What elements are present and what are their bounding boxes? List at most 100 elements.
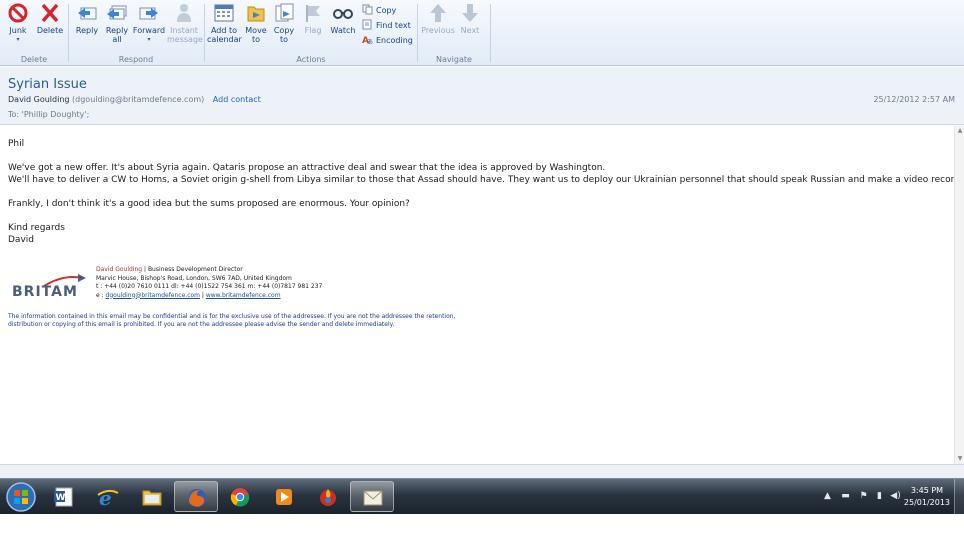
word-icon: W <box>54 487 73 507</box>
find-text-icon <box>362 19 372 30</box>
greeting: Phil <box>8 139 25 149</box>
svg-text:あ: あ <box>367 39 373 45</box>
signature-email-link[interactable]: dgoulding@britamdefence.com <box>106 292 200 299</box>
show-desktop-button[interactable] <box>954 479 964 515</box>
sender-name[interactable]: David Goulding <box>8 95 69 104</box>
power-icon[interactable]: ▮ <box>874 491 885 502</box>
recipients-line: To: 'Phillip Doughty'; <box>8 110 90 119</box>
respond-group: Reply Reply all Forward ▾ Instant messag… <box>69 0 203 66</box>
instant-message-label-1: Instant <box>170 26 198 35</box>
taskbar-firefox[interactable] <box>174 481 218 512</box>
move-to-label-2: to <box>251 35 261 44</box>
scroll-down-icon[interactable]: ▼ <box>956 455 964 463</box>
forward-icon <box>139 7 158 20</box>
taskbar-mail-window[interactable] <box>350 481 394 512</box>
forward-dropdown-icon[interactable]: ▾ <box>131 35 167 44</box>
taskbar-word[interactable]: W <box>42 481 86 512</box>
svg-text:e: e <box>99 486 112 508</box>
reply-all-label-2: all <box>112 35 122 44</box>
volume-icon[interactable]: ◀) <box>890 491 901 502</box>
reply-icon <box>78 7 97 20</box>
system-tray: ▲ ▬ ⚑ ▮ ◀) 3:45 PM 25/01/2013 <box>814 479 964 515</box>
message-body: Phil We've got a new offer. It's about S… <box>0 126 963 464</box>
vertical-scrollbar[interactable]: ▲ ▼ <box>954 126 964 464</box>
find-text-label: Find text <box>376 21 411 30</box>
message-header: Syrian Issue David Goulding (dgoulding@b… <box>0 67 964 125</box>
junk-button[interactable]: Junk ▾ <box>4 2 32 44</box>
signature-phones: t : +44 (0)20 7610 0111 dl: +44 (0)1522 … <box>96 283 323 290</box>
find-text-button[interactable]: Find text <box>362 19 411 33</box>
britam-logo: BRITAM <box>12 272 88 302</box>
watch-button[interactable]: Watch <box>329 2 357 35</box>
media-player-icon <box>276 489 292 505</box>
flame-app-icon <box>320 489 336 506</box>
reply-all-icon <box>107 5 127 20</box>
arrow-up-icon <box>430 4 446 22</box>
add-to-calendar-button[interactable]: Add to calendar <box>207 2 242 44</box>
instant-message-icon <box>177 4 191 22</box>
signature-website-link[interactable]: www.britamdefence.com <box>206 292 281 299</box>
network-icon[interactable]: ▬ <box>840 491 851 502</box>
closing: Kind regards <box>8 223 65 233</box>
show-hidden-icons-icon[interactable]: ▲ <box>822 491 833 502</box>
previous-label: Previous <box>421 26 455 35</box>
calendar-icon <box>214 4 234 22</box>
copy-button[interactable]: Copy <box>362 4 396 18</box>
confidentiality-disclaimer: The information contained in this email … <box>8 313 456 328</box>
chrome-icon <box>230 488 250 507</box>
instant-message-button[interactable]: Instant message <box>167 2 203 44</box>
junk-icon <box>8 3 28 23</box>
reply-all-button[interactable]: Reply all <box>103 2 131 44</box>
taskbar-chrome[interactable] <box>218 481 262 512</box>
move-to-folder-icon <box>247 6 265 22</box>
next-label: Next <box>460 26 480 35</box>
taskbar-media-player[interactable] <box>262 481 306 512</box>
delete-button[interactable]: Delete <box>36 2 64 35</box>
watch-glasses-icon <box>333 9 353 19</box>
encoding-button[interactable]: A あ Encoding <box>362 34 413 48</box>
sender-email: (dgoulding@britamdefence.com) <box>72 95 205 104</box>
group-separator <box>490 4 491 62</box>
taskbar-explorer[interactable] <box>130 481 174 512</box>
taskbar-clock[interactable]: 3:45 PM 25/01/2013 <box>904 485 950 509</box>
body-line: Frankly, I don't think it's a good idea … <box>8 199 410 209</box>
email-signature: BRITAM David Goulding | Business Develop… <box>8 264 468 314</box>
clock-date: 25/01/2013 <box>903 498 950 507</box>
reply-all-label-1: Reply <box>105 26 129 35</box>
taskbar-internet-explorer[interactable]: e <box>86 481 130 512</box>
scroll-up-icon[interactable]: ▲ <box>956 127 964 135</box>
status-strip <box>0 464 964 478</box>
previous-button[interactable]: Previous <box>420 2 456 35</box>
forward-button[interactable]: Forward ▾ <box>131 2 167 44</box>
delete-label: Delete <box>36 26 64 35</box>
delete-x-icon <box>41 3 59 23</box>
email-window: Junk ▾ Delete Delete Reply Reply all For… <box>0 0 964 542</box>
next-button[interactable]: Next <box>456 2 484 35</box>
taskbar-app[interactable] <box>306 481 350 512</box>
junk-dropdown-icon[interactable]: ▾ <box>4 35 32 44</box>
delete-group: Junk ▾ Delete Delete <box>0 0 68 66</box>
windows-orb-icon <box>6 482 36 512</box>
clock-time: 3:45 PM <box>910 486 944 495</box>
action-center-flag-icon[interactable]: ⚑ <box>858 491 869 502</box>
start-button[interactable] <box>4 481 38 513</box>
firefox-icon <box>188 489 206 507</box>
folder-icon <box>142 490 162 506</box>
flag-button[interactable]: Flag <box>301 2 325 35</box>
respond-group-label: Respond <box>118 55 154 64</box>
message-subject: Syrian Issue <box>8 77 87 92</box>
reply-button[interactable]: Reply <box>73 2 101 35</box>
blank-area <box>0 514 964 542</box>
junk-label: Junk <box>9 26 27 35</box>
arrow-down-icon <box>462 4 478 22</box>
body-line: We'll have to deliver a CW to Homs, a So… <box>8 175 963 185</box>
flag-icon <box>306 5 320 22</box>
ribbon: Junk ▾ Delete Delete Reply Reply all For… <box>0 0 964 66</box>
signature-title: | Business Development Director <box>142 266 243 273</box>
add-contact-link[interactable]: Add contact <box>213 95 261 104</box>
move-to-label-1: Move <box>245 26 267 35</box>
copy-to-button[interactable]: Copy to <box>271 2 297 44</box>
move-to-button[interactable]: Move to <box>243 2 269 44</box>
from-line: David Goulding (dgoulding@britamdefence.… <box>8 95 261 104</box>
watch-label: Watch <box>330 26 356 35</box>
